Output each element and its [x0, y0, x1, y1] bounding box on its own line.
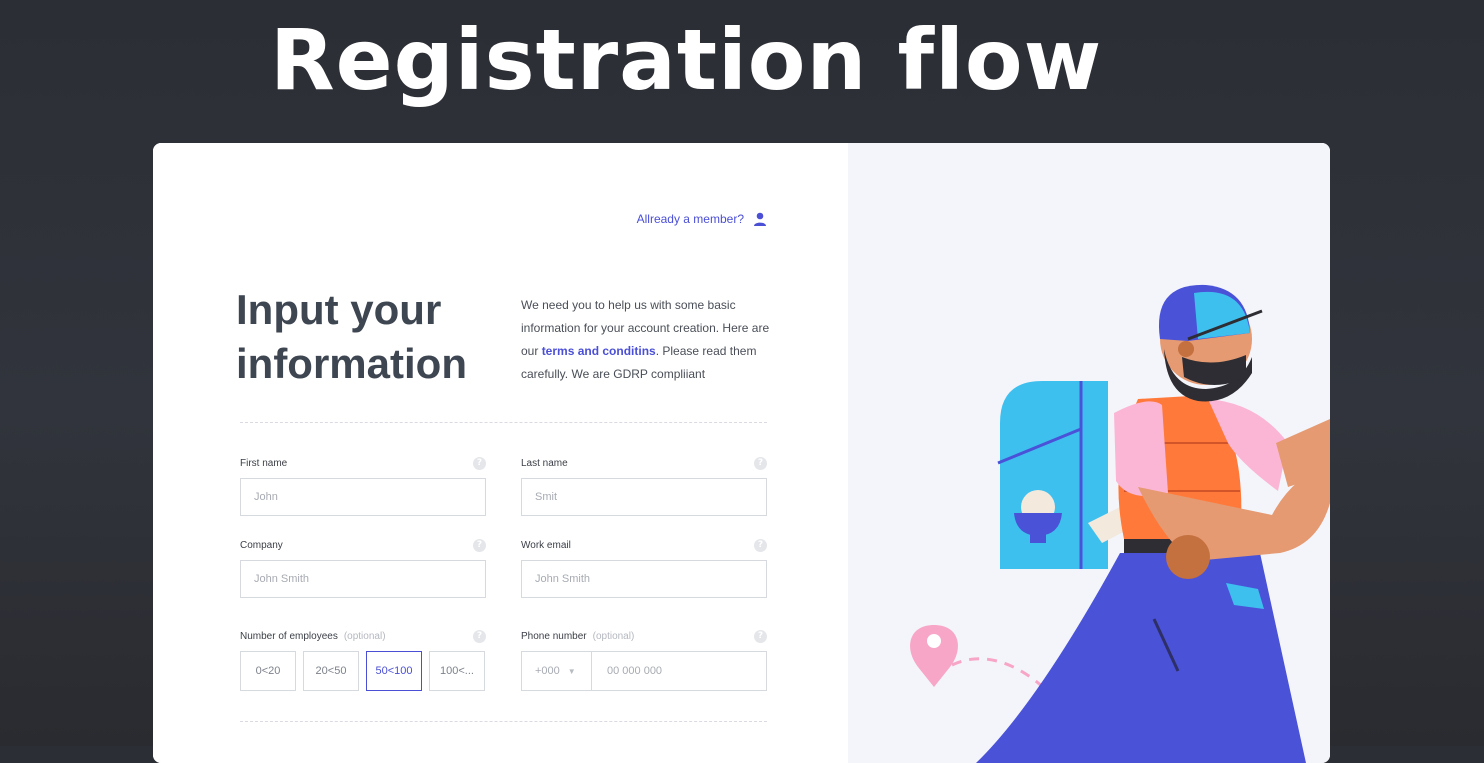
phone-input[interactable]: 00 000 000 [591, 651, 767, 691]
phone-label-text: Phone number [521, 631, 587, 642]
divider-bottom [240, 721, 767, 722]
work-email-input[interactable]: John Smith [521, 560, 767, 598]
last-name-field: Last name ? Smit [521, 456, 767, 516]
help-icon[interactable]: ? [473, 630, 486, 643]
employees-options: 0<20 20<50 50<100 100<... [240, 651, 486, 691]
form-title: Input your information [236, 283, 496, 391]
company-input[interactable]: John Smith [240, 560, 486, 598]
already-member-link[interactable]: Allready a member? [637, 211, 768, 227]
phone-label: Phone number (optional) [521, 629, 767, 645]
help-icon[interactable]: ? [754, 457, 767, 470]
phone-field: Phone number (optional) ? +000 ▼ 00 000 00… [521, 629, 767, 691]
help-icon[interactable]: ? [754, 630, 767, 643]
work-email-label: Work email [521, 540, 571, 551]
divider-top [240, 422, 767, 423]
last-name-label: Last name [521, 458, 568, 469]
chevron-down-icon: ▼ [567, 667, 576, 676]
company-field: Company ? John Smith [240, 538, 486, 598]
illustration-panel [848, 143, 1330, 763]
employees-field: Number of employees (optional) ? 0<20 20<… [240, 629, 486, 691]
registration-card: Allready a member? Input your informatio… [153, 143, 1330, 763]
intro-text: We need you to help us with some basic i… [521, 294, 781, 386]
help-icon[interactable]: ? [473, 539, 486, 552]
page-heading: Registration flow [270, 11, 1103, 109]
form-title-line2: information [236, 340, 467, 387]
work-email-field: Work email ? John Smith [521, 538, 767, 598]
employees-label: Number of employees (optional) [240, 629, 486, 645]
already-member-label: Allready a member? [636, 212, 744, 226]
first-name-input[interactable]: John [240, 478, 486, 516]
employees-option-20-50[interactable]: 20<50 [303, 651, 359, 691]
first-name-label: First name [240, 458, 288, 469]
terms-link[interactable]: terms and conditins [542, 344, 656, 358]
employees-label-text: Number of employees [240, 631, 338, 642]
first-name-field: First name ? John [240, 456, 486, 516]
form-title-line1: Input your [236, 286, 442, 333]
last-name-input[interactable]: Smit [521, 478, 767, 516]
help-icon[interactable]: ? [754, 539, 767, 552]
phone-optional: (optional) [592, 631, 635, 642]
help-icon[interactable]: ? [473, 457, 486, 470]
employees-option-0-20[interactable]: 0<20 [240, 651, 296, 691]
employees-option-50-100[interactable]: 50<100 [366, 651, 422, 691]
employees-option-100-plus[interactable]: 100<... [429, 651, 485, 691]
country-code-value: +000 [535, 665, 560, 677]
employees-optional: (optional) [343, 631, 386, 642]
form-panel: Allready a member? Input your informatio… [153, 143, 848, 763]
country-code-select[interactable]: +000 ▼ [521, 651, 591, 691]
phone-row: +000 ▼ 00 000 000 [521, 651, 767, 691]
user-icon [754, 212, 766, 226]
company-label: Company [240, 540, 283, 551]
courier-illustration [910, 284, 1330, 763]
